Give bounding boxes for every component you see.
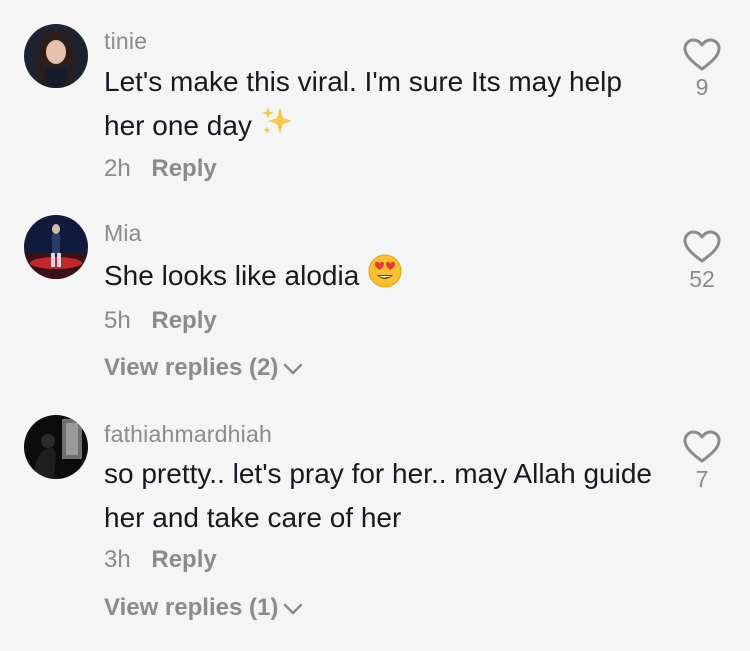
heart-outline-icon[interactable] <box>683 230 721 264</box>
heart-outline-icon[interactable] <box>683 430 721 464</box>
comment-text: Let's make this viral. I'm sure Its may … <box>104 60 664 151</box>
avatar[interactable] <box>24 215 88 279</box>
chevron-down-icon <box>284 363 303 374</box>
like-area: 9 <box>672 38 732 101</box>
comment-text-body: She looks like alodia <box>104 259 360 291</box>
username[interactable]: Mia <box>104 220 142 247</box>
view-replies-button[interactable]: View replies (2) <box>104 354 304 382</box>
comment-meta: 2h Reply <box>104 155 217 183</box>
comment-text: so pretty.. let's pray for her.. may All… <box>104 452 664 540</box>
avatar[interactable] <box>24 24 88 88</box>
chevron-down-icon <box>284 603 303 614</box>
username[interactable]: tinie <box>104 28 147 55</box>
timestamp: 2h <box>104 155 131 182</box>
reply-button[interactable]: Reply <box>151 155 216 182</box>
reply-button[interactable]: Reply <box>151 546 216 573</box>
view-replies-label: View replies (2) <box>104 354 279 381</box>
username[interactable]: fathiahmardhiah <box>104 421 272 448</box>
comment-meta: 5h Reply <box>104 307 217 335</box>
view-replies-button[interactable]: View replies (1) <box>104 594 304 622</box>
reply-button[interactable]: Reply <box>151 307 216 334</box>
like-count: 9 <box>695 74 709 100</box>
heart-outline-icon[interactable] <box>683 38 721 72</box>
like-area: 52 <box>672 230 732 293</box>
timestamp: 5h <box>104 307 131 334</box>
view-replies-label: View replies (1) <box>104 594 279 621</box>
like-count: 7 <box>695 466 709 492</box>
timestamp: 3h <box>104 546 131 573</box>
comment-text-body: Let's make this viral. I'm sure Its may … <box>104 66 622 141</box>
like-area: 7 <box>672 430 732 493</box>
like-count: 52 <box>689 266 715 292</box>
comment-item: tinie Let's make this viral. I'm sure It… <box>0 0 750 190</box>
comment-meta: 3h Reply <box>104 546 217 574</box>
comment-text-body: so pretty.. let's pray for her.. may All… <box>104 458 652 533</box>
comment-text: She looks like alodia <box>104 253 664 302</box>
avatar[interactable] <box>24 415 88 479</box>
heart-eyes-emoji <box>367 253 403 302</box>
sparkles-emoji <box>260 104 294 151</box>
